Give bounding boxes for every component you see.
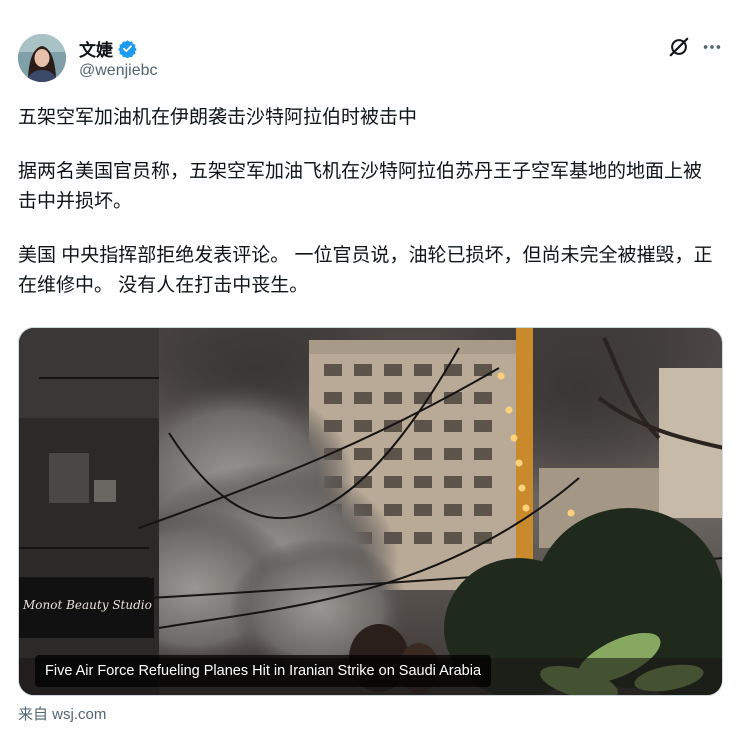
avatar-image xyxy=(18,34,66,82)
media-caption: Five Air Force Refueling Planes Hit in I… xyxy=(35,655,492,687)
verified-badge-icon xyxy=(118,39,137,59)
tweet-headline: 五架空军加油机在伊朗袭击沙特阿拉伯时被击中 xyxy=(18,107,418,128)
author-display-name[interactable]: 文婕 xyxy=(79,36,113,61)
source-link[interactable]: 来自 wsj.com xyxy=(18,703,106,724)
more-horizontal-icon[interactable] xyxy=(701,36,723,58)
street-smoke-photo: Monot Beauty Studio xyxy=(19,328,722,695)
shop-sign-text: Monot Beauty Studio xyxy=(22,598,152,612)
author-handle[interactable]: @wenjiebc xyxy=(79,62,158,80)
media-image[interactable]: Monot Beauty Studio Five Air Force Refue… xyxy=(18,327,723,696)
tweet-paragraph: 美国 中央指挥部拒绝发表评论。 一位官员说，油轮已损坏，但尚未完全被摧毁，正在维… xyxy=(18,245,713,296)
avatar[interactable] xyxy=(18,34,66,82)
tweet-paragraph: 据两名美国官员称，五架空军加油飞机在沙特阿拉伯苏丹王子空军基地的地面上被击中并损… xyxy=(18,161,703,212)
grok-icon[interactable] xyxy=(668,36,690,58)
author-name-row: 文婕 xyxy=(79,36,137,61)
tweet-text: 五架空军加油机在伊朗袭击沙特阿拉伯时被击中 据两名美国官员称，五架空军加油飞机在… xyxy=(18,103,718,301)
